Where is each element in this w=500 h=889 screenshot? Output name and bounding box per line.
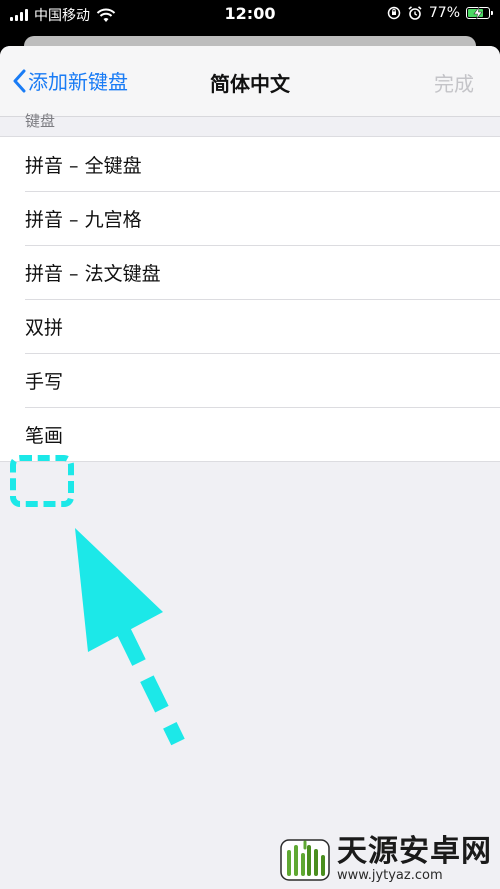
watermark-title: 天源安卓网 [337, 834, 492, 869]
arrow-annotation [75, 528, 185, 746]
watermark-url: www.jytyaz.com [337, 868, 443, 883]
android-logo-icon [280, 839, 330, 881]
watermark: 天源安卓网 www.jytyaz.com [279, 835, 492, 883]
watermark-text: 天源安卓网 www.jytyaz.com [337, 835, 492, 883]
